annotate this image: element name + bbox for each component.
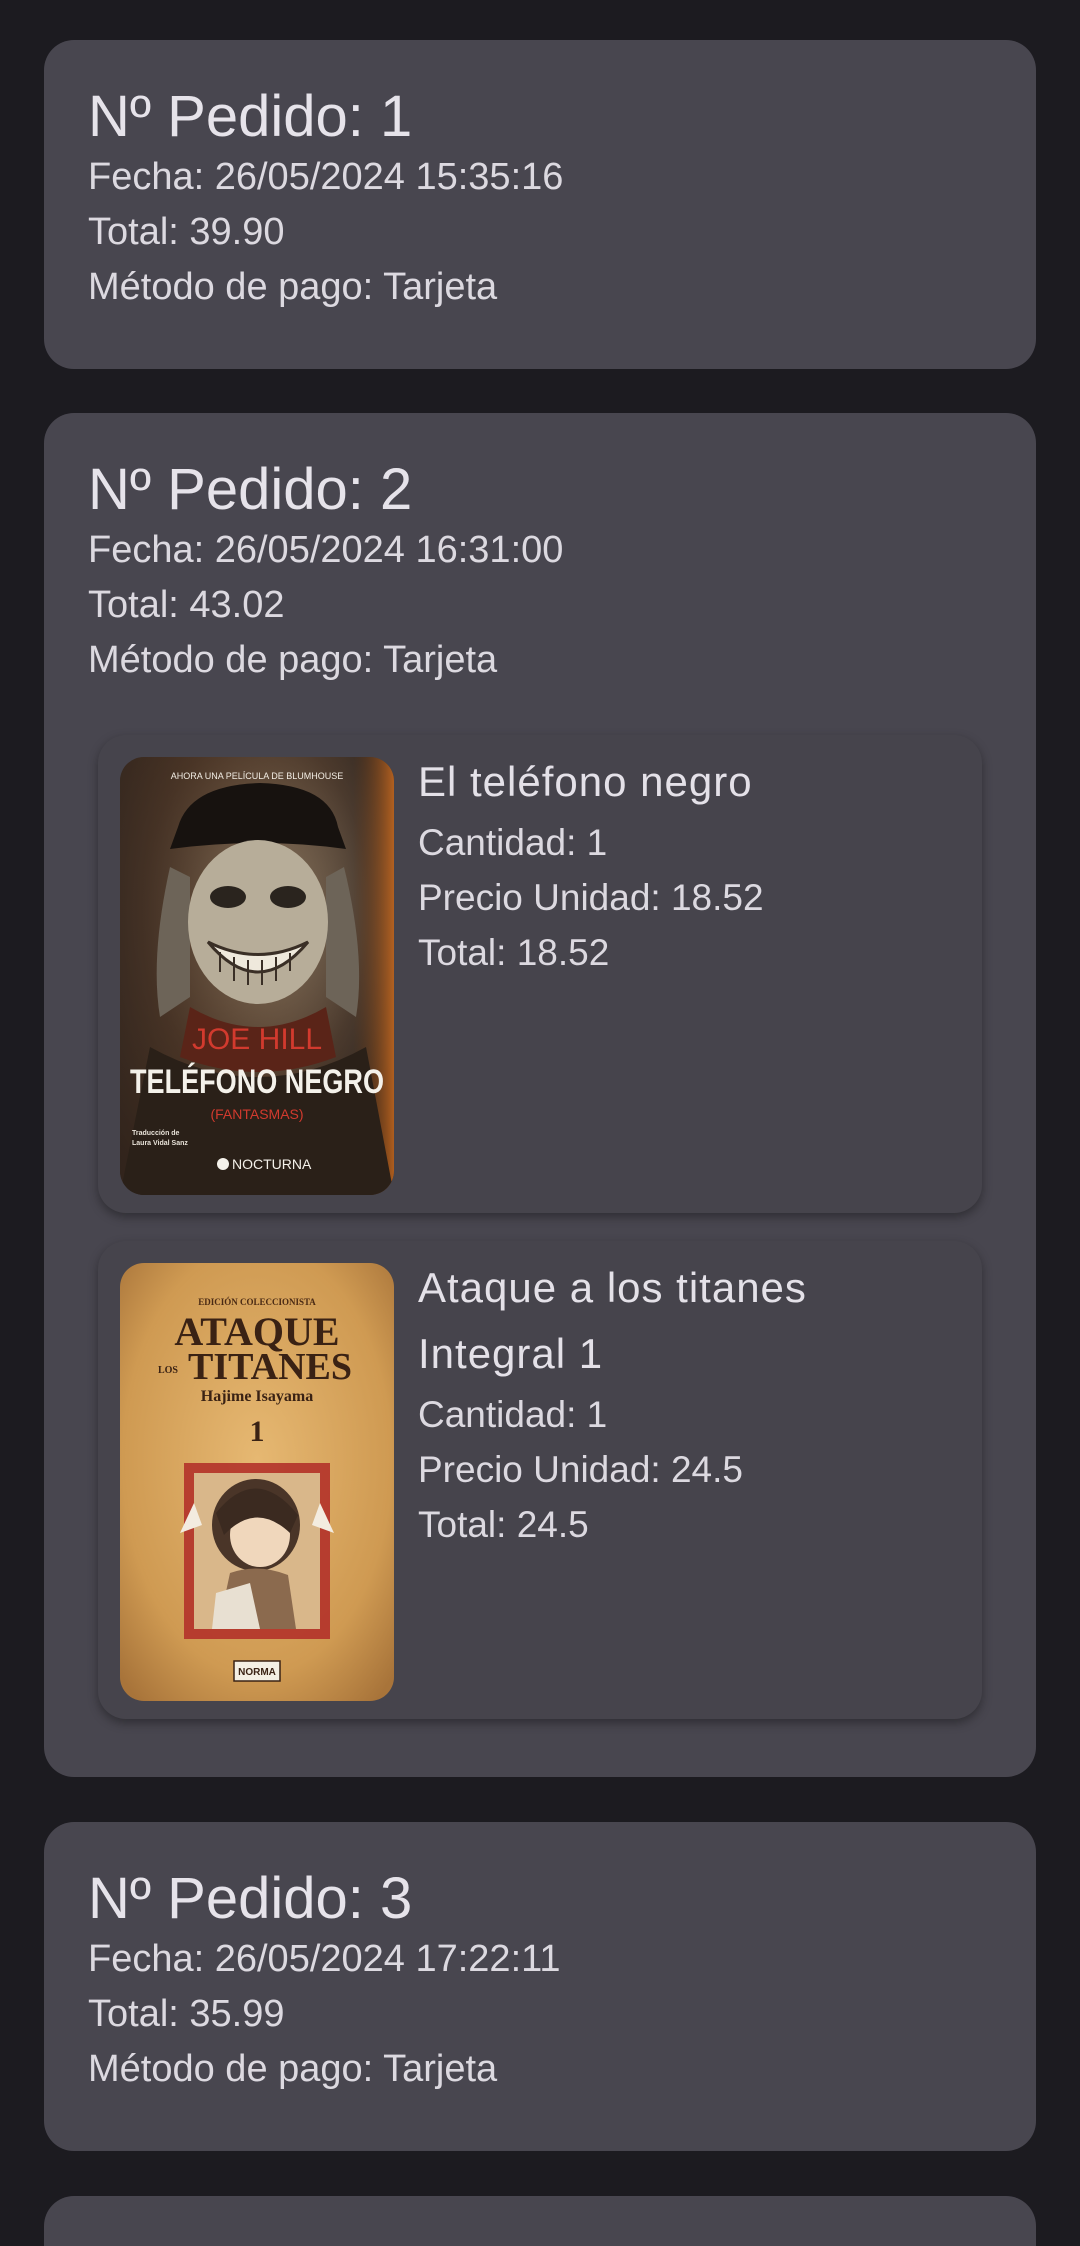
order-date: Fecha: 26/05/2024 15:35:16 [88, 156, 564, 198]
cover-top-text: AHORA UNA PELÍCULA DE BLUMHOUSE [171, 771, 344, 781]
order-total: Total: 43.02 [88, 584, 285, 626]
cover-author: Hajime Isayama [201, 1388, 313, 1405]
order-item-card[interactable]: EDICIÓN COLECCIONISTA ATAQUE LOS TITANES… [98, 1241, 982, 1719]
cover-translator-name: Laura Vidal Sanz [132, 1140, 188, 1147]
order-payment-method: Método de pago: Tarjeta [88, 266, 498, 308]
order-total: Total: 39.90 [88, 211, 285, 253]
order-payment-method: Método de pago: Tarjeta [88, 2048, 498, 2090]
cover-volume: 1 [250, 1415, 265, 1448]
cover-title-small: LOS [158, 1365, 178, 1376]
item-title: El teléfono negro [418, 758, 753, 805]
item-title: Ataque a los titanes Integral 1 [418, 1264, 807, 1377]
order-number: Nº Pedido: 1 [88, 84, 413, 149]
book-cover-image: AHORA UNA PELÍCULA DE BLUMHOUSE JOE HILL… [120, 757, 394, 1195]
item-total: Total: 24.5 [418, 1504, 589, 1545]
cover-author: JOE HILL [192, 1023, 322, 1056]
order-card-2[interactable]: Nº Pedido: 2 Fecha: 26/05/2024 16:31:00 … [44, 413, 1036, 1777]
order-number: Nº Pedido: 3 [88, 1866, 413, 1931]
cover-subtitle: (FANTASMAS) [210, 1106, 303, 1122]
item-info: Ataque a los titanes Integral 1 Cantidad… [418, 1255, 962, 1552]
cover-publisher: NORMA [238, 1667, 276, 1678]
order-date: Fecha: 26/05/2024 16:31:00 [88, 529, 564, 571]
item-unit-price: Precio Unidad: 18.52 [418, 877, 764, 918]
item-quantity: Cantidad: 1 [418, 1394, 608, 1435]
order-total: Total: 35.99 [88, 1993, 285, 2035]
cover-title: TELÉFONO NEGRO [130, 1063, 384, 1101]
order-date: Fecha: 26/05/2024 17:22:11 [88, 1938, 561, 1980]
orders-list[interactable]: Nº Pedido: 1 Fecha: 26/05/2024 15:35:16 … [0, 0, 1080, 2246]
order-item-card[interactable]: AHORA UNA PELÍCULA DE BLUMHOUSE JOE HILL… [98, 735, 982, 1213]
order-number: Nº Pedido: 2 [88, 457, 413, 522]
item-quantity: Cantidad: 1 [418, 822, 608, 863]
item-info: El teléfono negro Cantidad: 1 Precio Uni… [418, 749, 962, 980]
order-payment-method: Método de pago: Tarjeta [88, 639, 498, 681]
item-unit-price: Precio Unidad: 24.5 [418, 1449, 743, 1490]
cover-title-line2: TITANES [188, 1346, 352, 1388]
item-total: Total: 18.52 [418, 932, 610, 973]
cover-edition: EDICIÓN COLECCIONISTA [198, 1297, 316, 1307]
order-card-1[interactable]: Nº Pedido: 1 Fecha: 26/05/2024 15:35:16 … [44, 40, 1036, 369]
cover-publisher: NOCTURNA [232, 1156, 312, 1172]
book-cover-image: EDICIÓN COLECCIONISTA ATAQUE LOS TITANES… [120, 1263, 394, 1701]
order-card-4[interactable] [44, 2196, 1036, 2246]
order-card-3[interactable]: Nº Pedido: 3 Fecha: 26/05/2024 17:22:11 … [44, 1822, 1036, 2151]
cover-translator-label: Traducción de [132, 1130, 180, 1137]
